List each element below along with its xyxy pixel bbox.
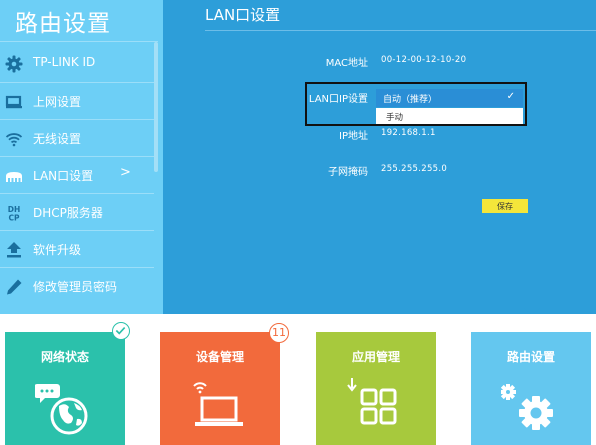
mac-label: MAC地址 (325, 58, 368, 69)
tile-router-settings[interactable]: 路由设置 (471, 332, 591, 445)
tile-label: 设备管理 (195, 350, 244, 364)
save-button[interactable]: 保存 (482, 199, 528, 213)
tile-label: 路由设置 (506, 350, 555, 364)
sidebar-item-label: LAN口设置 (33, 169, 94, 183)
sidebar-item-tplink-id[interactable]: TP-LINK ID (0, 45, 150, 82)
apps-icon (347, 378, 397, 425)
svg-text:CP: CP (8, 214, 20, 223)
sidebar-item-internet[interactable]: 上网设置 (0, 83, 150, 120)
check-icon (115, 327, 126, 335)
option-label: 手动 (386, 113, 404, 123)
sidebar-item-upgrade[interactable]: 软件升级 (0, 231, 150, 268)
sidebar-item-label: 软件升级 (33, 243, 82, 257)
tile-network-status[interactable]: 网络状态 (5, 332, 125, 445)
ip-setting-selected-value: 自动（推荐） (383, 95, 438, 105)
subnet-mask-label: 子网掩码 (328, 167, 368, 178)
wifi-icon (5, 133, 23, 147)
ip-value: 192.168.1.1 (381, 128, 436, 138)
monitor-icon (5, 95, 22, 109)
bottom-nav: 网络状态 设备管理 应用管理 路由设置 (0, 314, 596, 445)
ip-setting-option-manual[interactable]: 手动 (376, 108, 523, 124)
chevron-right-icon: > (120, 165, 131, 180)
sidebar-item-dhcp[interactable]: DH CP DHCP服务器 (0, 194, 150, 231)
pencil-icon (7, 279, 22, 295)
sidebar-item-label: DHCP服务器 (33, 206, 103, 220)
sidebar-item-admin-password[interactable]: 修改管理员密码 (0, 268, 150, 305)
sidebar-title: 路由设置 (15, 11, 111, 37)
status-ok-badge (112, 322, 130, 340)
router-admin-app: 路由设置 TP-LINK ID 上网设置 无线设置 LAN口设置 > DH CP… (0, 0, 596, 445)
tile-label: 网络状态 (40, 350, 89, 364)
dhcp-icon: DH CP (8, 205, 21, 223)
tile-device-management[interactable]: 设备管理 (160, 332, 280, 445)
sidebar-item-label: 修改管理员密码 (33, 280, 118, 294)
tile-app-management[interactable]: 应用管理 (316, 332, 436, 445)
sidebar-item-lan[interactable]: LAN口设置 > (0, 157, 150, 194)
ip-setting-select[interactable]: 自动（推荐） ✓ (376, 89, 523, 107)
checkmark-icon: ✓ (506, 91, 515, 102)
upload-icon (7, 242, 21, 258)
network-icon (6, 172, 22, 182)
subnet-mask-value: 255.255.255.0 (381, 164, 448, 174)
sidebar-item-label: TP-LINK ID (33, 55, 96, 69)
sidebar-item-label: 上网设置 (33, 95, 82, 109)
tile-label: 应用管理 (351, 350, 400, 364)
sidebar-item-wireless[interactable]: 无线设置 (0, 120, 150, 157)
globe-icon (35, 384, 88, 435)
device-count-badge: 11 (269, 323, 289, 343)
sidebar-scrollbar[interactable] (154, 42, 158, 172)
ip-label: IP地址 (339, 131, 368, 142)
sidebar-divider (0, 41, 158, 42)
sidebar-item-label: 无线设置 (33, 132, 82, 146)
laptop-icon (193, 382, 243, 426)
settings-gear-icon (501, 384, 553, 430)
mac-value: 00-12-00-12-10-20 (381, 55, 467, 65)
gear-icon (5, 55, 23, 73)
heading-divider (205, 30, 596, 31)
lan-settings-panel: LAN口设置 MAC地址 00-12-00-12-10-20 IP地址 192.… (163, 0, 596, 314)
ip-setting-label: LAN口IP设置 (308, 94, 368, 105)
page-title: LAN口设置 (205, 6, 281, 24)
sidebar: 路由设置 TP-LINK ID 上网设置 无线设置 LAN口设置 > DH CP… (0, 0, 163, 314)
